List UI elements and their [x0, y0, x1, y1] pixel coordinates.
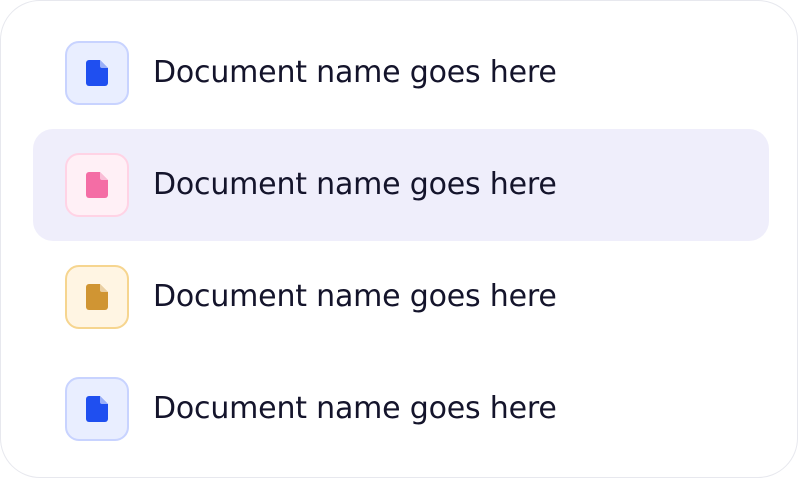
- document-name: Document name goes here: [153, 391, 557, 426]
- document-name: Document name goes here: [153, 167, 557, 202]
- document-list-card: Document name goes here Document name go…: [0, 0, 798, 478]
- document-list-item[interactable]: Document name goes here: [33, 129, 769, 241]
- file-icon: [86, 172, 108, 198]
- document-name: Document name goes here: [153, 55, 557, 90]
- document-list: Document name goes here Document name go…: [33, 17, 769, 465]
- file-icon-container: [65, 377, 129, 441]
- file-icon: [86, 396, 108, 422]
- document-list-item[interactable]: Document name goes here: [33, 17, 769, 129]
- file-icon-container: [65, 41, 129, 105]
- document-list-item[interactable]: Document name goes here: [33, 353, 769, 465]
- file-icon-container: [65, 265, 129, 329]
- file-icon: [86, 60, 108, 86]
- file-icon: [86, 284, 108, 310]
- document-name: Document name goes here: [153, 279, 557, 314]
- document-list-item[interactable]: Document name goes here: [33, 241, 769, 353]
- file-icon-container: [65, 153, 129, 217]
